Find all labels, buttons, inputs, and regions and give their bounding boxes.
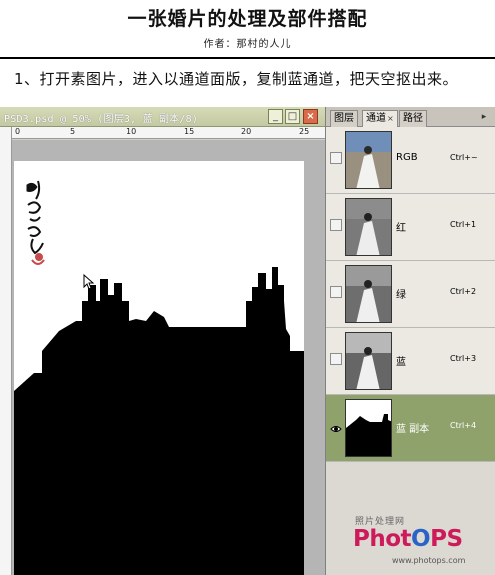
article-title: 一张婚片的处理及部件搭配 xyxy=(127,8,368,30)
channel-shortcut: Ctrl+3 xyxy=(450,354,477,363)
logo-part: Phot xyxy=(353,526,412,552)
channels-panel: 图层 通道× 路径 ▸ RGB Ctrl+~ 红 Ctrl+1 绿 Ctrl+2… xyxy=(325,107,495,575)
tab-label: 通道 xyxy=(366,113,386,124)
minimize-button[interactable]: _ xyxy=(268,109,283,124)
channel-thumbnail xyxy=(345,399,392,457)
channel-name: 红 xyxy=(396,223,406,234)
ruler-label: 10 xyxy=(126,127,137,136)
eye-icon[interactable] xyxy=(330,420,342,432)
visibility-toggle[interactable] xyxy=(330,353,342,365)
ruler-label: 0 xyxy=(15,127,21,136)
panel-menu-icon[interactable]: ▸ xyxy=(478,111,490,123)
channel-thumbnail xyxy=(345,198,392,256)
channel-shortcut: Ctrl+2 xyxy=(450,287,477,296)
logo-part: PS xyxy=(430,526,463,552)
channel-row-blue-copy[interactable]: 蓝 副本 Ctrl+4 xyxy=(326,395,495,462)
channel-row-blue[interactable]: 蓝 Ctrl+3 xyxy=(326,328,495,395)
watermark-url: www.photops.com xyxy=(392,556,466,565)
logo-part: O xyxy=(411,526,431,552)
document-window: PSD3.psd @ 50% (图层3, 蓝 副本/8) _ □ × 0 5 1… xyxy=(0,107,325,575)
channel-thumbnail xyxy=(345,265,392,323)
article-header: 一张婚片的处理及部件搭配 作者：那村的人儿 xyxy=(0,0,495,62)
calligraphy-signature-icon xyxy=(26,180,45,265)
article-author: 作者：那村的人儿 xyxy=(203,39,292,50)
channel-name: 蓝 xyxy=(396,357,406,368)
header-divider xyxy=(0,57,495,59)
visibility-toggle[interactable] xyxy=(330,219,342,231)
tab-paths[interactable]: 路径 xyxy=(399,110,427,127)
ruler-label: 5 xyxy=(70,127,76,136)
blue-copy-channel-image xyxy=(14,180,304,575)
horizontal-ruler[interactable]: 0 5 10 15 20 25 xyxy=(12,127,325,139)
document-title: PSD3.psd @ 50% (图层3, 蓝 副本/8) xyxy=(4,114,199,125)
tab-close-icon[interactable]: × xyxy=(387,114,394,123)
tab-label: 图层 xyxy=(334,113,354,124)
vertical-ruler[interactable] xyxy=(0,127,12,575)
channel-thumbnail xyxy=(345,131,392,189)
ruler-label: 15 xyxy=(184,127,195,136)
channel-shortcut: Ctrl+1 xyxy=(450,220,477,229)
panel-tabs: 图层 通道× 路径 ▸ xyxy=(326,107,495,127)
visibility-toggle[interactable] xyxy=(330,152,342,164)
document-titlebar[interactable]: PSD3.psd @ 50% (图层3, 蓝 副本/8) _ □ × xyxy=(0,107,325,127)
tab-label: 路径 xyxy=(403,113,423,124)
maximize-button[interactable]: □ xyxy=(285,109,300,124)
step-instruction: 1、打开素图片，进入以通道面版，复制蓝通道，把天空抠出来。 xyxy=(14,70,459,88)
channel-shortcut: Ctrl+4 xyxy=(450,421,477,430)
channel-row-rgb[interactable]: RGB Ctrl+~ xyxy=(326,127,495,194)
tab-channels[interactable]: 通道× xyxy=(362,110,398,127)
close-button[interactable]: × xyxy=(303,109,318,124)
channel-row-red[interactable]: 红 Ctrl+1 xyxy=(326,194,495,261)
canvas-pasteboard[interactable] xyxy=(12,140,325,575)
channel-shortcut: Ctrl+~ xyxy=(450,153,478,162)
channel-name: 蓝 副本 xyxy=(396,424,430,435)
channel-row-green[interactable]: 绿 Ctrl+2 xyxy=(326,261,495,328)
tab-layers[interactable]: 图层 xyxy=(330,110,358,127)
channel-name: 绿 xyxy=(396,290,406,301)
ruler-label: 20 xyxy=(241,127,252,136)
watermark-logo: PhotOPS xyxy=(353,526,463,552)
visibility-toggle[interactable] xyxy=(330,286,342,298)
ruler-label: 25 xyxy=(299,127,310,136)
channel-thumbnail xyxy=(345,332,392,390)
image-canvas[interactable] xyxy=(14,161,304,575)
channel-name: RGB xyxy=(396,152,418,163)
pointer-cursor-icon xyxy=(83,274,95,290)
silhouette-shape xyxy=(14,267,304,575)
